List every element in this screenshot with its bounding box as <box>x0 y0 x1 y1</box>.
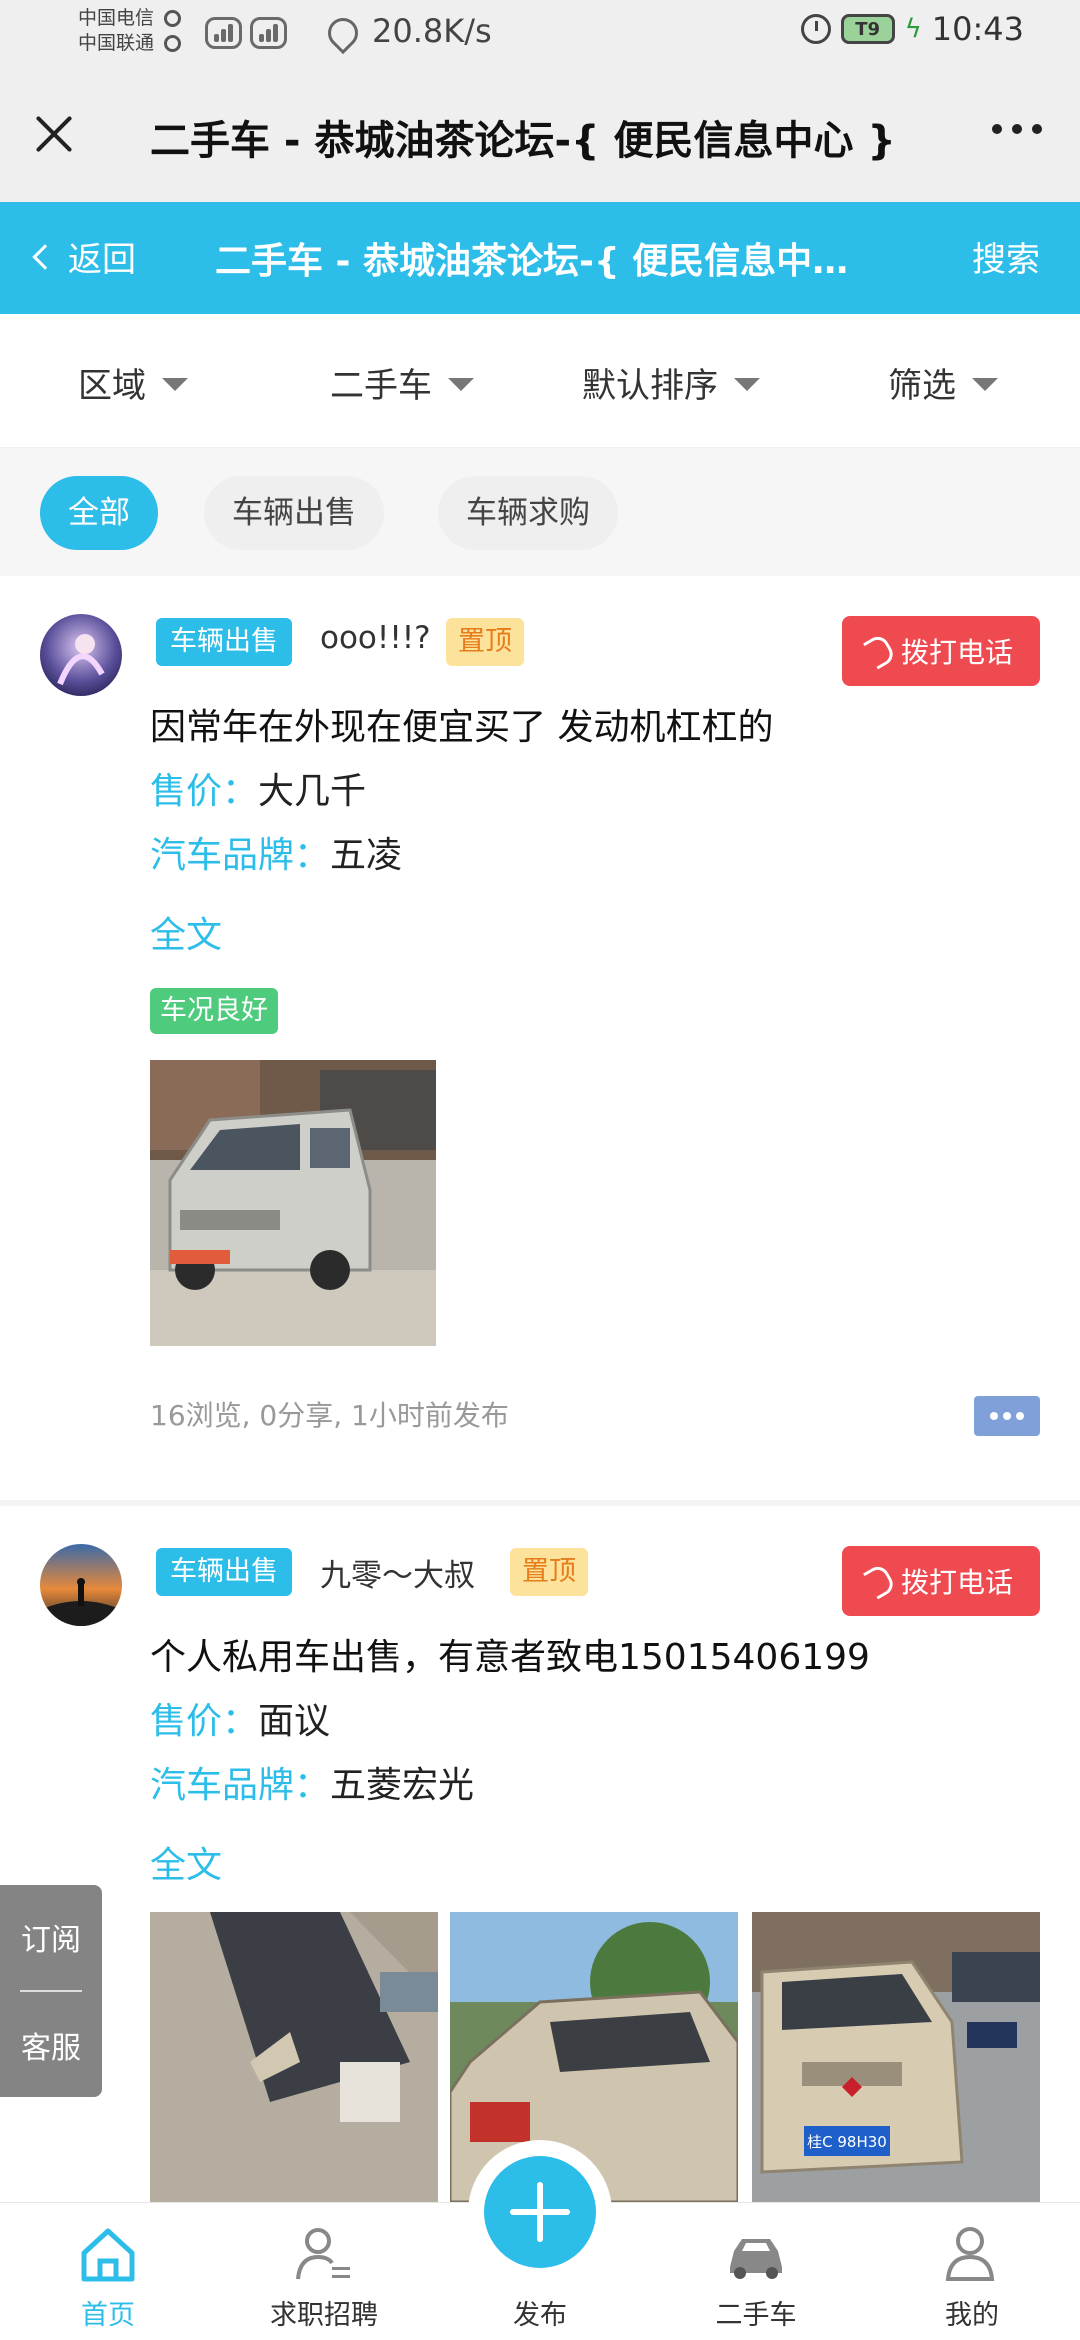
car-icon <box>730 2239 782 2279</box>
full-text-link[interactable]: 全文 <box>150 906 222 958</box>
filter-category[interactable]: 二手车 <box>330 358 474 407</box>
filter-label: 筛选 <box>888 366 956 406</box>
page-title: 二手车 - 恭城油茶论坛-{ 便民信息中心 } <box>215 241 865 282</box>
nav-jobs[interactable]: 求职招聘 <box>216 2203 432 2340</box>
post-title[interactable]: 因常年在外现在便宜买了 发动机杠杠的 <box>150 698 773 750</box>
pinned-badge: 置顶 <box>510 1548 588 1596</box>
brand-key: 汽车品牌： <box>150 835 331 876</box>
post-stats: 16浏览, 0分享, 1小时前发布 <box>150 1399 509 1432</box>
carrier-2: 中国联通 <box>78 32 155 54</box>
person-list-icon <box>296 2228 350 2280</box>
license-plate: 桂C 98H30 <box>807 2133 887 2151</box>
chip-buy[interactable]: 车辆求购 <box>438 476 618 550</box>
nav-label: 首页 <box>81 2300 135 2331</box>
condition-tag: 车况良好 <box>150 988 278 1034</box>
nav-home[interactable]: 首页 <box>0 2203 216 2340</box>
filter-region[interactable]: 区域 <box>78 358 188 407</box>
post-photo[interactable] <box>150 1060 436 1346</box>
filter-more[interactable]: 筛选 <box>888 358 998 407</box>
call-label: 拨打电话 <box>900 1566 1013 1599</box>
avatar[interactable] <box>40 614 122 696</box>
chevron-left-icon <box>32 243 58 270</box>
post-card: 车辆出售 九零～大叔 置顶 拨打电话 个人私用车出售，有意者致电15015406… <box>0 1506 1080 2202</box>
status-right: T9 ϟ 10:43 <box>800 10 1024 48</box>
status-bar: 中国电信 中国联通 20.8K/s T9 ϟ 10:43 <box>0 0 1080 66</box>
signal-icon <box>205 17 287 49</box>
brand-value: 五菱宏光 <box>330 1765 475 1806</box>
nav-label: 求职招聘 <box>270 2300 378 2331</box>
publish-fab[interactable] <box>468 2140 612 2284</box>
tag-vehicle-sale: 车辆出售 <box>156 618 292 666</box>
window-title: 二手车 - 恭城油茶论坛-{ 便民信息中心 } <box>150 118 896 164</box>
avatar[interactable] <box>40 1544 122 1626</box>
pinned-badge: 置顶 <box>446 618 524 666</box>
caret-down-icon <box>448 378 474 391</box>
post-photo[interactable] <box>150 1912 438 2202</box>
filter-sort[interactable]: 默认排序 <box>582 358 760 407</box>
brand-row: 汽车品牌：五凌 <box>150 826 402 878</box>
chip-sale[interactable]: 车辆出售 <box>204 476 384 550</box>
full-text-link[interactable]: 全文 <box>150 1836 222 1888</box>
call-button[interactable]: 拨打电话 <box>842 616 1040 686</box>
caret-down-icon <box>162 378 188 391</box>
username[interactable]: ooo!!!? <box>320 620 431 656</box>
search-button[interactable]: 搜索 <box>972 232 1040 281</box>
brand-row: 汽车品牌：五菱宏光 <box>150 1756 474 1808</box>
nav-mine[interactable]: 我的 <box>864 2203 1080 2340</box>
charging-icon: ϟ <box>904 14 922 44</box>
category-chip-bar: 全部 车辆出售 车辆求购 <box>0 448 1080 576</box>
close-icon[interactable] <box>32 112 76 156</box>
plus-icon <box>484 2156 596 2268</box>
alarm-icon <box>800 14 831 44</box>
filter-bar: 区域 二手车 默认排序 筛选 <box>0 314 1080 448</box>
brand-value: 五凌 <box>330 835 403 876</box>
call-label: 拨打电话 <box>900 636 1013 669</box>
phone-icon <box>862 1562 898 1600</box>
subscribe-button[interactable]: 订阅 <box>0 1915 102 1959</box>
wifi-icon <box>321 11 365 55</box>
back-button[interactable]: 返回 <box>32 232 136 281</box>
side-panel: 订阅 客服 <box>0 1885 102 2097</box>
sim-icon <box>164 10 182 27</box>
price-value: 面议 <box>258 1701 331 1742</box>
profile-icon <box>945 2227 995 2281</box>
call-button[interactable]: 拨打电话 <box>842 1546 1040 1616</box>
chip-all[interactable]: 全部 <box>40 476 158 550</box>
customer-service-button[interactable]: 客服 <box>0 2023 102 2067</box>
price-row: 售价：大几千 <box>150 762 366 814</box>
post-title[interactable]: 个人私用车出售，有意者致电15015406199 <box>150 1628 870 1680</box>
brand-key: 汽车品牌： <box>150 1765 331 1806</box>
username[interactable]: 九零～大叔 <box>320 1550 475 1595</box>
nav-used-cars[interactable]: 二手车 <box>648 2203 864 2340</box>
side-divider <box>20 1990 82 1992</box>
phone-icon <box>862 632 898 670</box>
battery-icon: T9 <box>840 14 895 44</box>
back-label: 返回 <box>68 240 136 280</box>
net-speed: 20.8K/s <box>372 12 492 50</box>
filter-label: 区域 <box>78 366 146 406</box>
post-photo[interactable]: 桂C 98H30 <box>752 1912 1040 2202</box>
page-header: 返回 二手车 - 恭城油茶论坛-{ 便民信息中心 } 搜索 <box>0 202 1080 314</box>
carrier-info: 中国电信 中国联通 <box>78 6 182 56</box>
tag-vehicle-sale: 车辆出售 <box>156 1548 292 1596</box>
filter-label: 默认排序 <box>582 366 718 406</box>
price-value: 大几千 <box>258 771 367 812</box>
filter-label: 二手车 <box>330 366 432 406</box>
webview-title-bar: 二手车 - 恭城油茶论坛-{ 便民信息中心 } <box>0 66 1080 202</box>
price-key: 售价： <box>150 1701 259 1742</box>
nav-label: 二手车 <box>715 2300 797 2331</box>
price-key: 售价： <box>150 771 259 812</box>
caret-down-icon <box>972 378 998 391</box>
post-card: 车辆出售 ooo!!!? 置顶 拨打电话 因常年在外现在便宜买了 发动机杠杠的 … <box>0 576 1080 1500</box>
sim-icon <box>164 35 182 52</box>
carrier-1: 中国电信 <box>78 7 155 29</box>
home-icon <box>81 2228 135 2282</box>
more-dots-icon[interactable] <box>992 124 1042 134</box>
more-options-button[interactable] <box>974 1396 1040 1436</box>
price-row: 售价：面议 <box>150 1692 330 1744</box>
caret-down-icon <box>734 378 760 391</box>
nav-label: 发布 <box>513 2300 567 2331</box>
clock: 10:43 <box>931 10 1024 48</box>
nav-label: 我的 <box>945 2300 999 2331</box>
